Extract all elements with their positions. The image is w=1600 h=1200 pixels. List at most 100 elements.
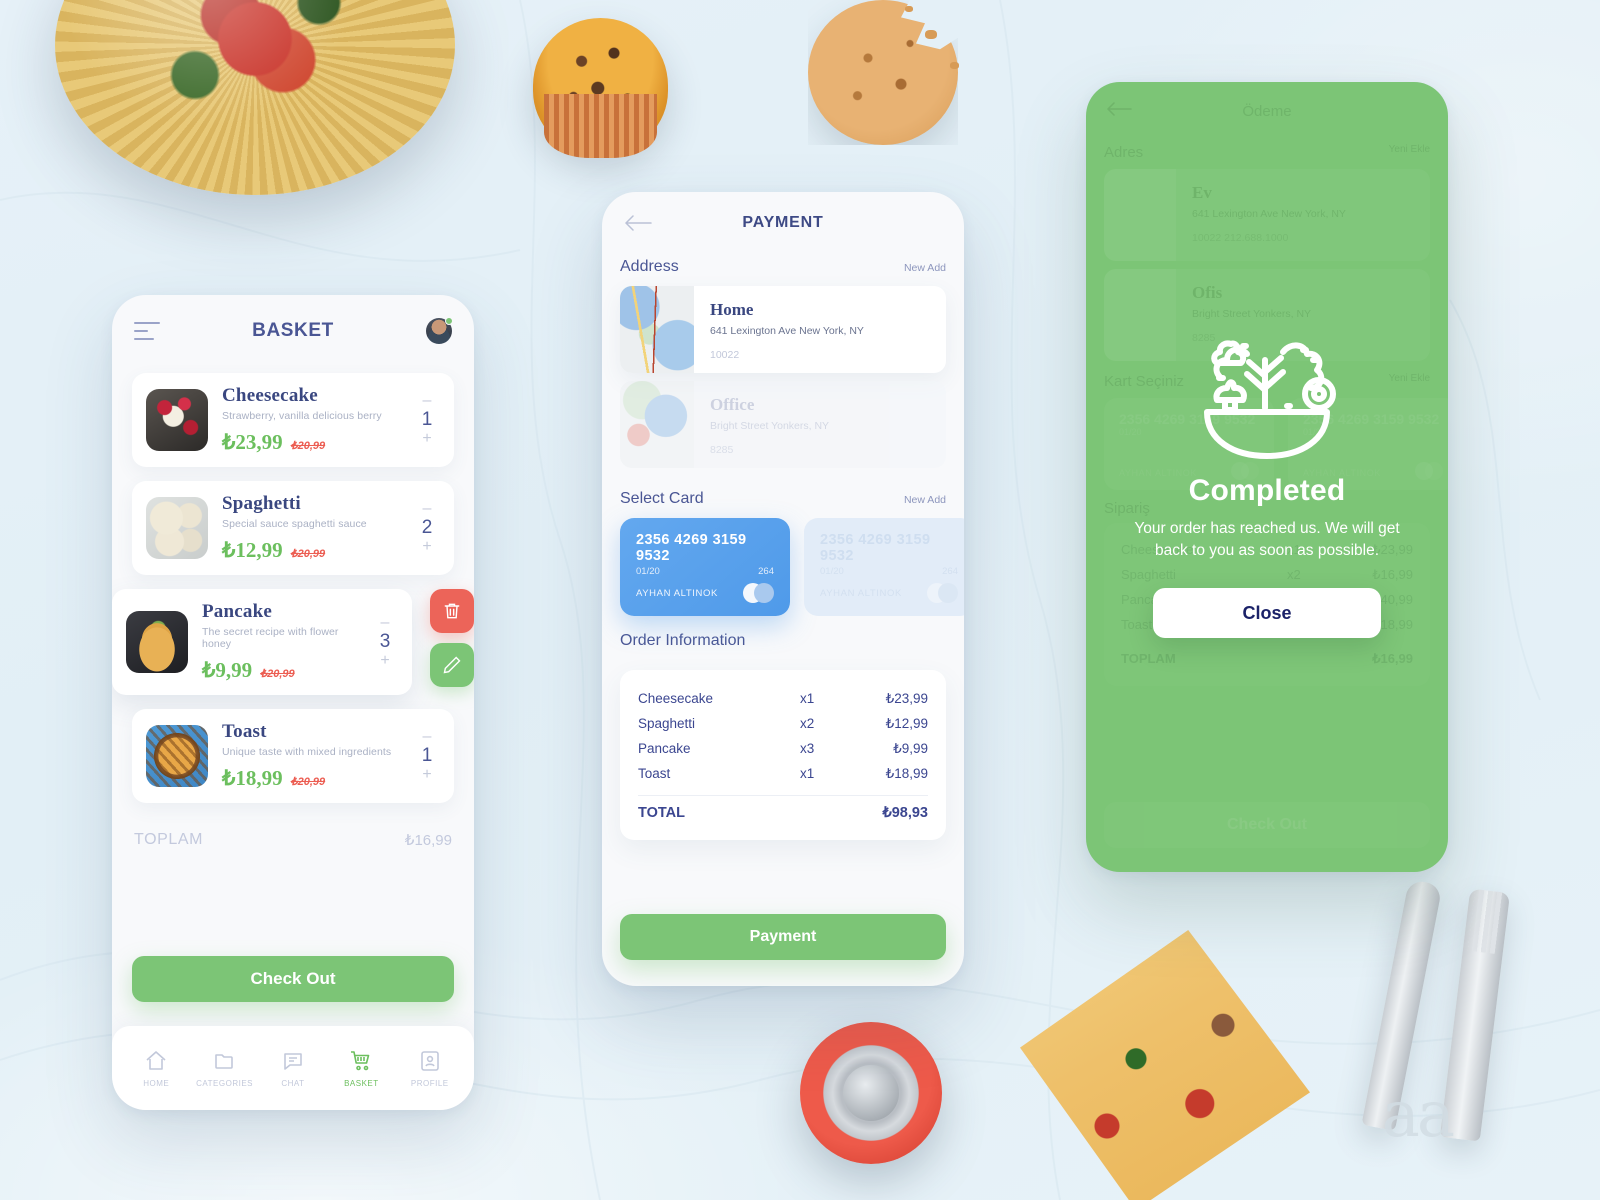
- section-title: Select Card: [620, 490, 704, 507]
- address-card-home[interactable]: Home 641 Lexington Ave New York, NY 1002…: [620, 286, 946, 373]
- address-zip: 8285: [710, 444, 734, 456]
- list-item[interactable]: Cheesecake Strawberry, vanilla delicious…: [132, 373, 454, 467]
- bottom-tabbar: HOME CATEGORIES CHAT BASKET PROFILE: [112, 1026, 474, 1110]
- quantity-value: 3: [379, 631, 391, 652]
- completed-screen: Ödeme Adres Yeni Ekle Ev 641 Lexington A…: [1086, 82, 1448, 872]
- basket-total-row: TOPLAM ₺16,99: [112, 817, 474, 849]
- order-item-name: Pancake: [638, 740, 691, 756]
- item-price: ₺12,99: [222, 538, 283, 562]
- item-name: Spaghetti: [222, 493, 301, 514]
- tab-profile[interactable]: PROFILE: [399, 1049, 461, 1088]
- quantity-value: 1: [421, 409, 433, 430]
- card-holder: AYHAN ALTINOK: [636, 587, 718, 599]
- item-description: Unique taste with mixed ingredients: [222, 746, 392, 758]
- table-row: Spaghetti x2 ₺12,99: [638, 711, 928, 736]
- item-thumbnail: [146, 725, 208, 787]
- close-button[interactable]: Close: [1153, 588, 1381, 639]
- page-title: PAYMENT: [742, 214, 824, 231]
- order-section-header: Order Information: [602, 616, 964, 660]
- divider: [638, 795, 928, 796]
- item-thumbnail: [146, 389, 208, 451]
- address-name: Home: [710, 300, 754, 319]
- chat-icon: [284, 1052, 302, 1070]
- decrease-button[interactable]: –: [381, 615, 390, 631]
- item-name: Cheesecake: [222, 385, 318, 406]
- quantity-stepper[interactable]: – 3 +: [372, 615, 398, 669]
- completion-message: Your order has reached us. We will get b…: [1134, 519, 1400, 559]
- card-section-header: Select Card New Add: [602, 476, 964, 518]
- address-line: 641 Lexington Ave New York, NY: [710, 325, 864, 337]
- increase-button[interactable]: +: [422, 539, 431, 555]
- tab-label: PROFILE: [410, 1078, 449, 1088]
- payment-header: PAYMENT: [602, 192, 964, 254]
- avatar[interactable]: [426, 317, 453, 344]
- order-item-qty: x3: [800, 740, 815, 756]
- salad-bowl-icon: [1204, 340, 1336, 459]
- card-expiry: 01/20: [820, 566, 844, 577]
- item-thumbnail: [146, 497, 208, 559]
- card-number: 2356 4269 3159 9532: [820, 532, 931, 564]
- total-value: ₺16,99: [404, 832, 452, 849]
- contact-card-icon: [420, 1050, 439, 1071]
- order-item-price: ₺23,99: [885, 690, 928, 706]
- item-name: Toast: [222, 721, 267, 742]
- increase-button[interactable]: +: [422, 431, 431, 447]
- credit-card-selected[interactable]: 2356 4269 3159 9532 01/20 264 AYHAN ALTI…: [620, 518, 790, 616]
- item-price: ₺9,99: [202, 658, 253, 682]
- row-actions: [430, 589, 474, 687]
- address-section-header: Address New Add: [602, 254, 964, 286]
- edit-button[interactable]: [430, 643, 474, 687]
- folder-icon: [214, 1053, 233, 1069]
- cart-icon: [351, 1050, 370, 1070]
- item-description: Strawberry, vanilla delicious berry: [222, 410, 382, 422]
- order-item-qty: x1: [800, 690, 815, 706]
- total-label: TOTAL: [638, 805, 685, 821]
- payment-screen: PAYMENT Address New Add Home 641 Lexingt…: [602, 192, 964, 986]
- item-price: ₺23,99: [222, 430, 283, 454]
- item-thumbnail: [126, 611, 188, 673]
- map-thumbnail: [620, 381, 694, 468]
- section-title: Address: [620, 258, 679, 275]
- pencil-icon: [443, 656, 461, 674]
- decrease-button[interactable]: –: [423, 729, 432, 745]
- decrease-button[interactable]: –: [423, 501, 432, 517]
- credit-card-next[interactable]: 2356 4269 3159 9532 01/20 264 AYHAN ALTI…: [804, 518, 964, 616]
- decrease-button[interactable]: –: [423, 393, 432, 409]
- basket-screen: BASKET Cheesecake Strawberry, vanilla de…: [112, 295, 474, 1110]
- total-value: ₺98,93: [882, 805, 928, 821]
- quantity-stepper[interactable]: – 1 +: [414, 393, 440, 447]
- card-cvv: 264: [942, 566, 958, 577]
- order-item-qty: x1: [800, 765, 815, 781]
- card-number: 2356 4269 3159 9532: [636, 532, 747, 564]
- table-row: Cheesecake x1 ₺23,99: [638, 686, 928, 711]
- item-old-price: ₺20,99: [290, 548, 326, 560]
- card-brand-icon: [927, 583, 958, 603]
- address-card-office[interactable]: Office Bright Street Yonkers, NY 8285: [620, 381, 946, 468]
- new-address-link[interactable]: New Add: [904, 262, 946, 274]
- increase-button[interactable]: +: [380, 653, 389, 669]
- completion-heading: Completed: [1188, 473, 1346, 507]
- tab-categories[interactable]: CATEGORIES: [194, 1049, 256, 1088]
- table-row: Pancake x3 ₺9,99: [638, 736, 928, 761]
- checkout-button[interactable]: Check Out: [132, 956, 454, 1002]
- tab-chat[interactable]: CHAT: [262, 1049, 324, 1088]
- section-title: Order Information: [620, 632, 746, 649]
- item-old-price: ₺20,99: [260, 668, 295, 680]
- quantity-stepper[interactable]: – 1 +: [414, 729, 440, 783]
- tab-basket[interactable]: BASKET: [330, 1049, 392, 1088]
- increase-button[interactable]: +: [422, 767, 431, 783]
- new-card-link[interactable]: New Add: [904, 494, 946, 506]
- page-title: BASKET: [252, 320, 334, 341]
- tab-home[interactable]: HOME: [125, 1049, 187, 1088]
- back-button[interactable]: [624, 214, 652, 232]
- card-brand-icon: [743, 583, 774, 603]
- list-item[interactable]: Toast Unique taste with mixed ingredient…: [132, 709, 454, 803]
- item-name: Pancake: [202, 601, 273, 622]
- list-item[interactable]: Spaghetti Special sauce spaghetti sauce …: [132, 481, 454, 575]
- order-summary-table: Cheesecake x1 ₺23,99 Spaghetti x2 ₺12,99…: [620, 670, 946, 840]
- delete-button[interactable]: [430, 589, 474, 633]
- quantity-stepper[interactable]: – 2 +: [414, 501, 440, 555]
- order-item-name: Spaghetti: [638, 715, 696, 731]
- payment-button[interactable]: Payment: [620, 914, 946, 960]
- list-item-swiped[interactable]: Pancake The secret recipe with flower ho…: [112, 589, 474, 695]
